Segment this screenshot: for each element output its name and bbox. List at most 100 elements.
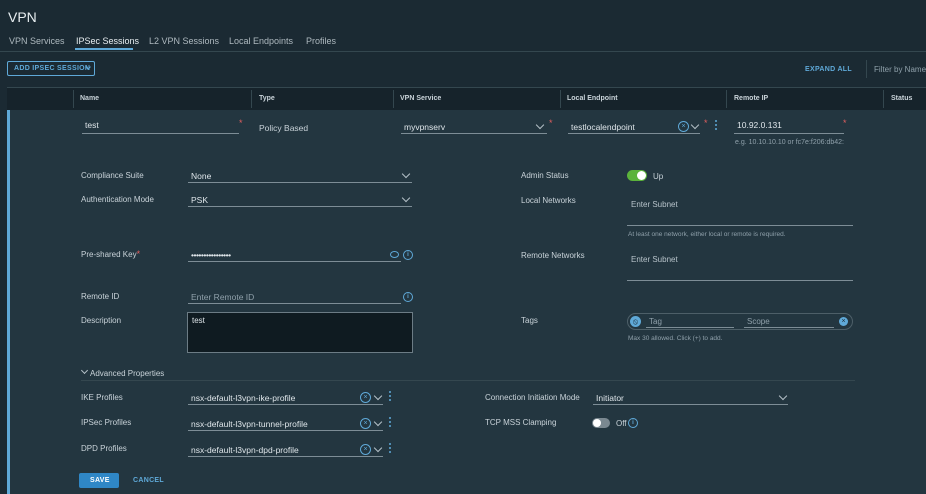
chevron-down-icon: [80, 366, 89, 375]
psk-label: Pre-shared Key*: [81, 249, 140, 259]
description-textarea[interactable]: test: [187, 312, 413, 353]
ipsec-profiles-select[interactable]: nsx-default-l3vpn-tunnel-profile ×: [188, 417, 383, 431]
clear-icon[interactable]: ×: [678, 121, 689, 132]
vpn-service-value: myvpnserv: [404, 122, 446, 132]
local-endpoint-select[interactable]: testlocalendpoint ×: [568, 120, 700, 134]
filter-placeholder: Filter by Name,: [874, 65, 926, 74]
tcp-mss-toggle[interactable]: [592, 418, 610, 428]
tags-hint: Max 30 allowed. Click (+) to add.: [628, 335, 723, 342]
tag-clear-icon[interactable]: ×: [839, 317, 848, 326]
tab-l2-vpn-sessions[interactable]: L2 VPN Sessions: [149, 36, 219, 46]
auth-mode-value: PSK: [191, 195, 209, 205]
psk-label-text: Pre-shared Key: [81, 250, 137, 259]
chevron-down-icon: [373, 443, 383, 453]
clear-icon[interactable]: ×: [360, 418, 371, 429]
tab-ipsec-sessions[interactable]: IPSec Sessions: [76, 36, 139, 46]
remote-id-input[interactable]: Enter Remote ID: [188, 290, 401, 304]
col-header-local-endpoint[interactable]: Local Endpoint: [567, 95, 618, 102]
clear-icon[interactable]: ×: [360, 444, 371, 455]
row-selection-bar: [7, 110, 10, 494]
auth-mode-select[interactable]: PSK: [188, 193, 412, 207]
more-options-icon[interactable]: [715, 120, 717, 132]
info-icon[interactable]: i: [628, 418, 638, 428]
required-marker: *: [704, 118, 708, 128]
ike-profiles-select[interactable]: nsx-default-l3vpn-ike-profile ×: [188, 391, 383, 405]
col-divider: [393, 90, 394, 108]
dpd-profiles-label: DPD Profiles: [81, 444, 127, 453]
required-marker: *: [136, 249, 141, 259]
tag-add-icon[interactable]: ⦸: [630, 316, 641, 327]
expand-all-link[interactable]: EXPAND ALL: [805, 66, 852, 73]
save-button[interactable]: SAVE: [79, 473, 119, 488]
remote-id-label: Remote ID: [81, 292, 120, 301]
tab-profiles[interactable]: Profiles: [306, 36, 336, 46]
filter-input[interactable]: Filter by Name,: [866, 60, 926, 78]
ike-profiles-label: IKE Profiles: [81, 393, 123, 402]
more-options-icon[interactable]: [389, 391, 391, 403]
local-networks-input[interactable]: Enter Subnet: [627, 193, 853, 226]
psk-value: ••••••••••••••••: [191, 250, 231, 260]
compliance-suite-select[interactable]: None: [188, 169, 412, 183]
more-options-icon[interactable]: [389, 443, 391, 455]
remote-ip-input[interactable]: 10.92.0.131: [734, 120, 844, 134]
active-tab-indicator: [75, 48, 133, 50]
col-divider: [560, 90, 561, 108]
tag-input[interactable]: Tag: [646, 315, 734, 328]
save-label: SAVE: [90, 477, 110, 484]
chevron-down-icon: [373, 391, 383, 401]
networks-hint: At least one network, either local or re…: [628, 231, 786, 238]
toggle-knob: [637, 171, 646, 180]
info-icon[interactable]: i: [403, 292, 413, 302]
eye-icon[interactable]: [390, 251, 399, 258]
tcp-mss-value: Off: [616, 419, 627, 428]
admin-status-value: Up: [653, 172, 664, 181]
dpd-profiles-select[interactable]: nsx-default-l3vpn-dpd-profile ×: [188, 443, 383, 457]
page-title: VPN: [8, 9, 37, 25]
auth-mode-label: Authentication Mode: [81, 195, 154, 204]
compliance-suite-value: None: [191, 171, 212, 181]
edit-row-panel: [7, 110, 926, 494]
tcp-mss-label: TCP MSS Clamping: [485, 418, 557, 427]
required-marker: *: [843, 118, 847, 128]
local-networks-label: Local Networks: [521, 196, 576, 205]
admin-status-label: Admin Status: [521, 171, 569, 180]
chevron-down-icon: [401, 193, 411, 203]
clear-icon[interactable]: ×: [360, 392, 371, 403]
cancel-button[interactable]: CANCEL: [133, 477, 164, 484]
col-divider: [726, 90, 727, 108]
required-marker: *: [549, 118, 553, 128]
advanced-divider: [81, 380, 855, 381]
col-divider: [251, 90, 252, 108]
connection-mode-select[interactable]: Initiator: [593, 391, 788, 405]
toggle-knob: [593, 419, 601, 427]
add-ipsec-session-button[interactable]: ADD IPSEC SESSION: [7, 61, 95, 76]
description-label: Description: [81, 316, 122, 325]
col-header-name[interactable]: Name: [80, 95, 99, 102]
remote-networks-input[interactable]: Enter Subnet: [627, 248, 853, 281]
description-value: test: [192, 316, 205, 325]
local-endpoint-value: testlocalendpoint: [571, 122, 635, 132]
vpn-service-select[interactable]: myvpnserv: [401, 120, 547, 134]
advanced-properties-label: Advanced Properties: [90, 369, 165, 378]
col-header-vpn-service[interactable]: VPN Service: [400, 95, 441, 102]
required-marker: *: [239, 118, 243, 128]
scope-input[interactable]: Scope: [744, 315, 834, 328]
col-header-type[interactable]: Type: [259, 95, 275, 102]
tab-local-endpoints[interactable]: Local Endpoints: [229, 36, 293, 46]
admin-status-toggle[interactable]: [627, 170, 647, 181]
info-icon[interactable]: i: [403, 250, 413, 260]
more-options-icon[interactable]: [389, 417, 391, 429]
name-input[interactable]: test: [82, 120, 239, 134]
local-networks-placeholder: Enter Subnet: [631, 200, 678, 209]
tab-vpn-services[interactable]: VPN Services: [9, 36, 65, 46]
col-header-remote-ip[interactable]: Remote IP: [734, 95, 768, 102]
psk-input[interactable]: ••••••••••••••••: [188, 248, 401, 262]
dpd-profiles-value: nsx-default-l3vpn-dpd-profile: [191, 445, 299, 455]
table-header: Name Type VPN Service Local Endpoint Rem…: [7, 87, 926, 111]
tab-divider: [0, 51, 926, 52]
col-header-status[interactable]: Status: [891, 95, 912, 102]
advanced-properties-toggle[interactable]: Advanced Properties: [80, 366, 171, 379]
remote-networks-label: Remote Networks: [521, 251, 585, 260]
chevron-down-icon: [401, 169, 411, 179]
chevron-down-icon: [778, 391, 788, 401]
